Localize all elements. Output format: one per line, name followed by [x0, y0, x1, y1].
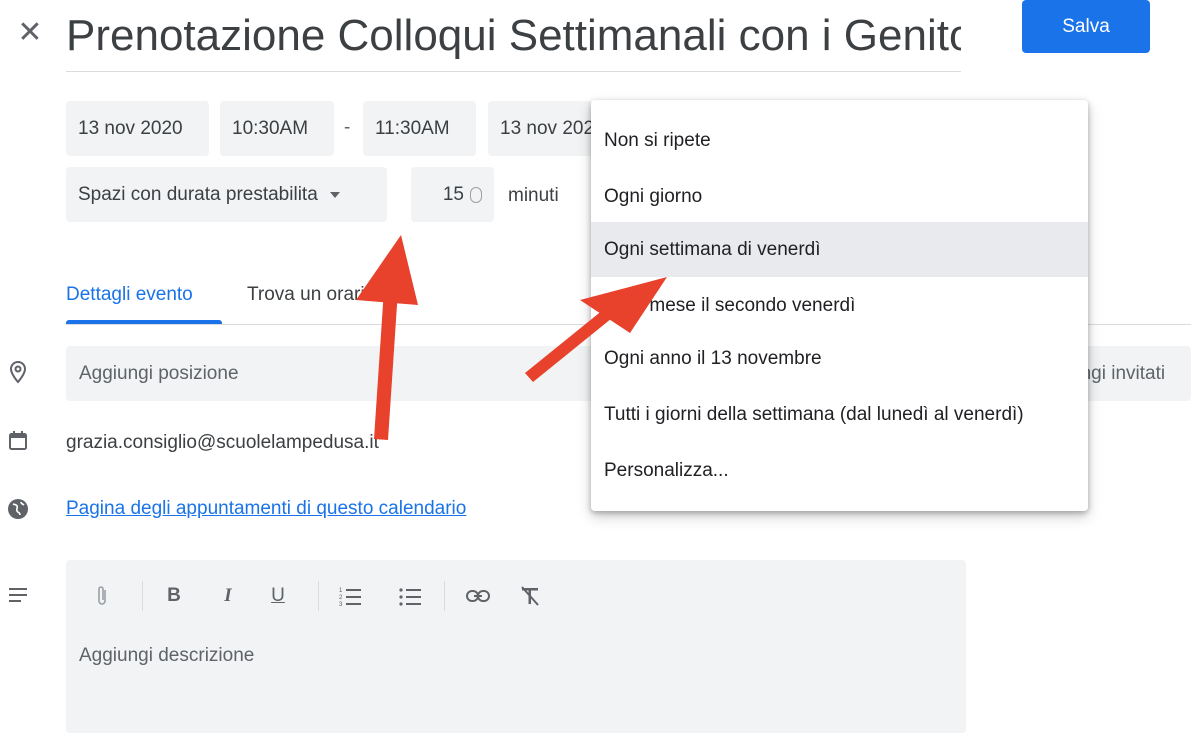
toolbar-separator	[444, 581, 445, 611]
description-placeholder: Aggiungi descrizione	[79, 645, 255, 666]
description-icon	[6, 583, 30, 607]
end-date-field[interactable]: 13 nov 2020	[488, 101, 592, 156]
tab-find-time[interactable]: Trova un orario	[247, 284, 375, 306]
clear-formatting-icon[interactable]	[516, 582, 544, 610]
duration-value: 15	[442, 183, 464, 205]
time-separator: -	[344, 117, 351, 138]
calendar-owner: grazia.consiglio@scuolelampedusa.it	[66, 432, 379, 453]
dropdown-arrow-icon	[329, 191, 340, 198]
italic-icon[interactable]: I	[214, 582, 242, 610]
calendar-icon	[6, 428, 30, 452]
spinner-icon[interactable]	[470, 186, 482, 203]
close-icon[interactable]: ✕	[12, 14, 48, 50]
end-time-field[interactable]: 11:30AM	[363, 101, 476, 156]
location-placeholder: Aggiungi posizione	[79, 363, 239, 384]
event-title-input[interactable]: Prenotazione Colloqui Settimanali con i …	[66, 8, 961, 64]
bulleted-list-icon[interactable]	[396, 582, 424, 610]
duration-stepper[interactable]: 15	[411, 167, 494, 222]
slot-type-dropdown[interactable]: Spazi con durata prestabilita	[66, 167, 387, 222]
toolbar-separator	[142, 581, 143, 611]
menu-item-weekdays[interactable]: Tutti i giorni della settimana (dal lune…	[591, 387, 1088, 442]
bold-icon[interactable]: B	[160, 582, 188, 610]
menu-item-monthly-second-friday[interactable]: Ogni mese il secondo venerdì	[591, 278, 1088, 333]
start-time-field[interactable]: 10:30AM	[220, 101, 334, 156]
numbered-list-icon[interactable]: 123	[336, 582, 364, 610]
slot-type-label: Spazi con durata prestabilita	[78, 183, 318, 205]
menu-item-weekly-friday[interactable]: Ogni settimana di venerdì	[591, 222, 1088, 277]
annotation-arrow-up	[356, 235, 418, 440]
duration-unit: minuti	[508, 185, 559, 206]
tab-event-details[interactable]: Dettagli evento	[66, 284, 193, 306]
menu-item-daily[interactable]: Ogni giorno	[591, 169, 1088, 224]
toolbar-separator	[318, 581, 319, 611]
attachment-icon[interactable]	[88, 582, 116, 610]
menu-item-custom[interactable]: Personalizza...	[591, 443, 1088, 498]
save-button[interactable]: Salva	[1022, 0, 1150, 53]
title-underline	[66, 71, 961, 72]
location-pin-icon	[6, 360, 30, 384]
start-date-field[interactable]: 13 nov 2020	[66, 101, 209, 156]
underline-icon[interactable]: U	[264, 582, 292, 610]
link-icon[interactable]	[464, 582, 492, 610]
svg-text:3: 3	[339, 602, 343, 606]
recurrence-menu: Non si ripete Ogni giorno Ogni settimana…	[591, 100, 1088, 511]
menu-item-yearly-nov-13[interactable]: Ogni anno il 13 novembre	[591, 331, 1088, 386]
svg-text:2: 2	[339, 595, 343, 601]
booking-page-link[interactable]: Pagina degli appuntamenti di questo cale…	[66, 498, 466, 520]
globe-icon	[6, 497, 30, 521]
description-editor[interactable]: B I U 123 Aggiungi descrizione	[66, 560, 966, 733]
svg-text:1: 1	[339, 588, 343, 594]
menu-item-does-not-repeat[interactable]: Non si ripete	[591, 113, 1088, 168]
